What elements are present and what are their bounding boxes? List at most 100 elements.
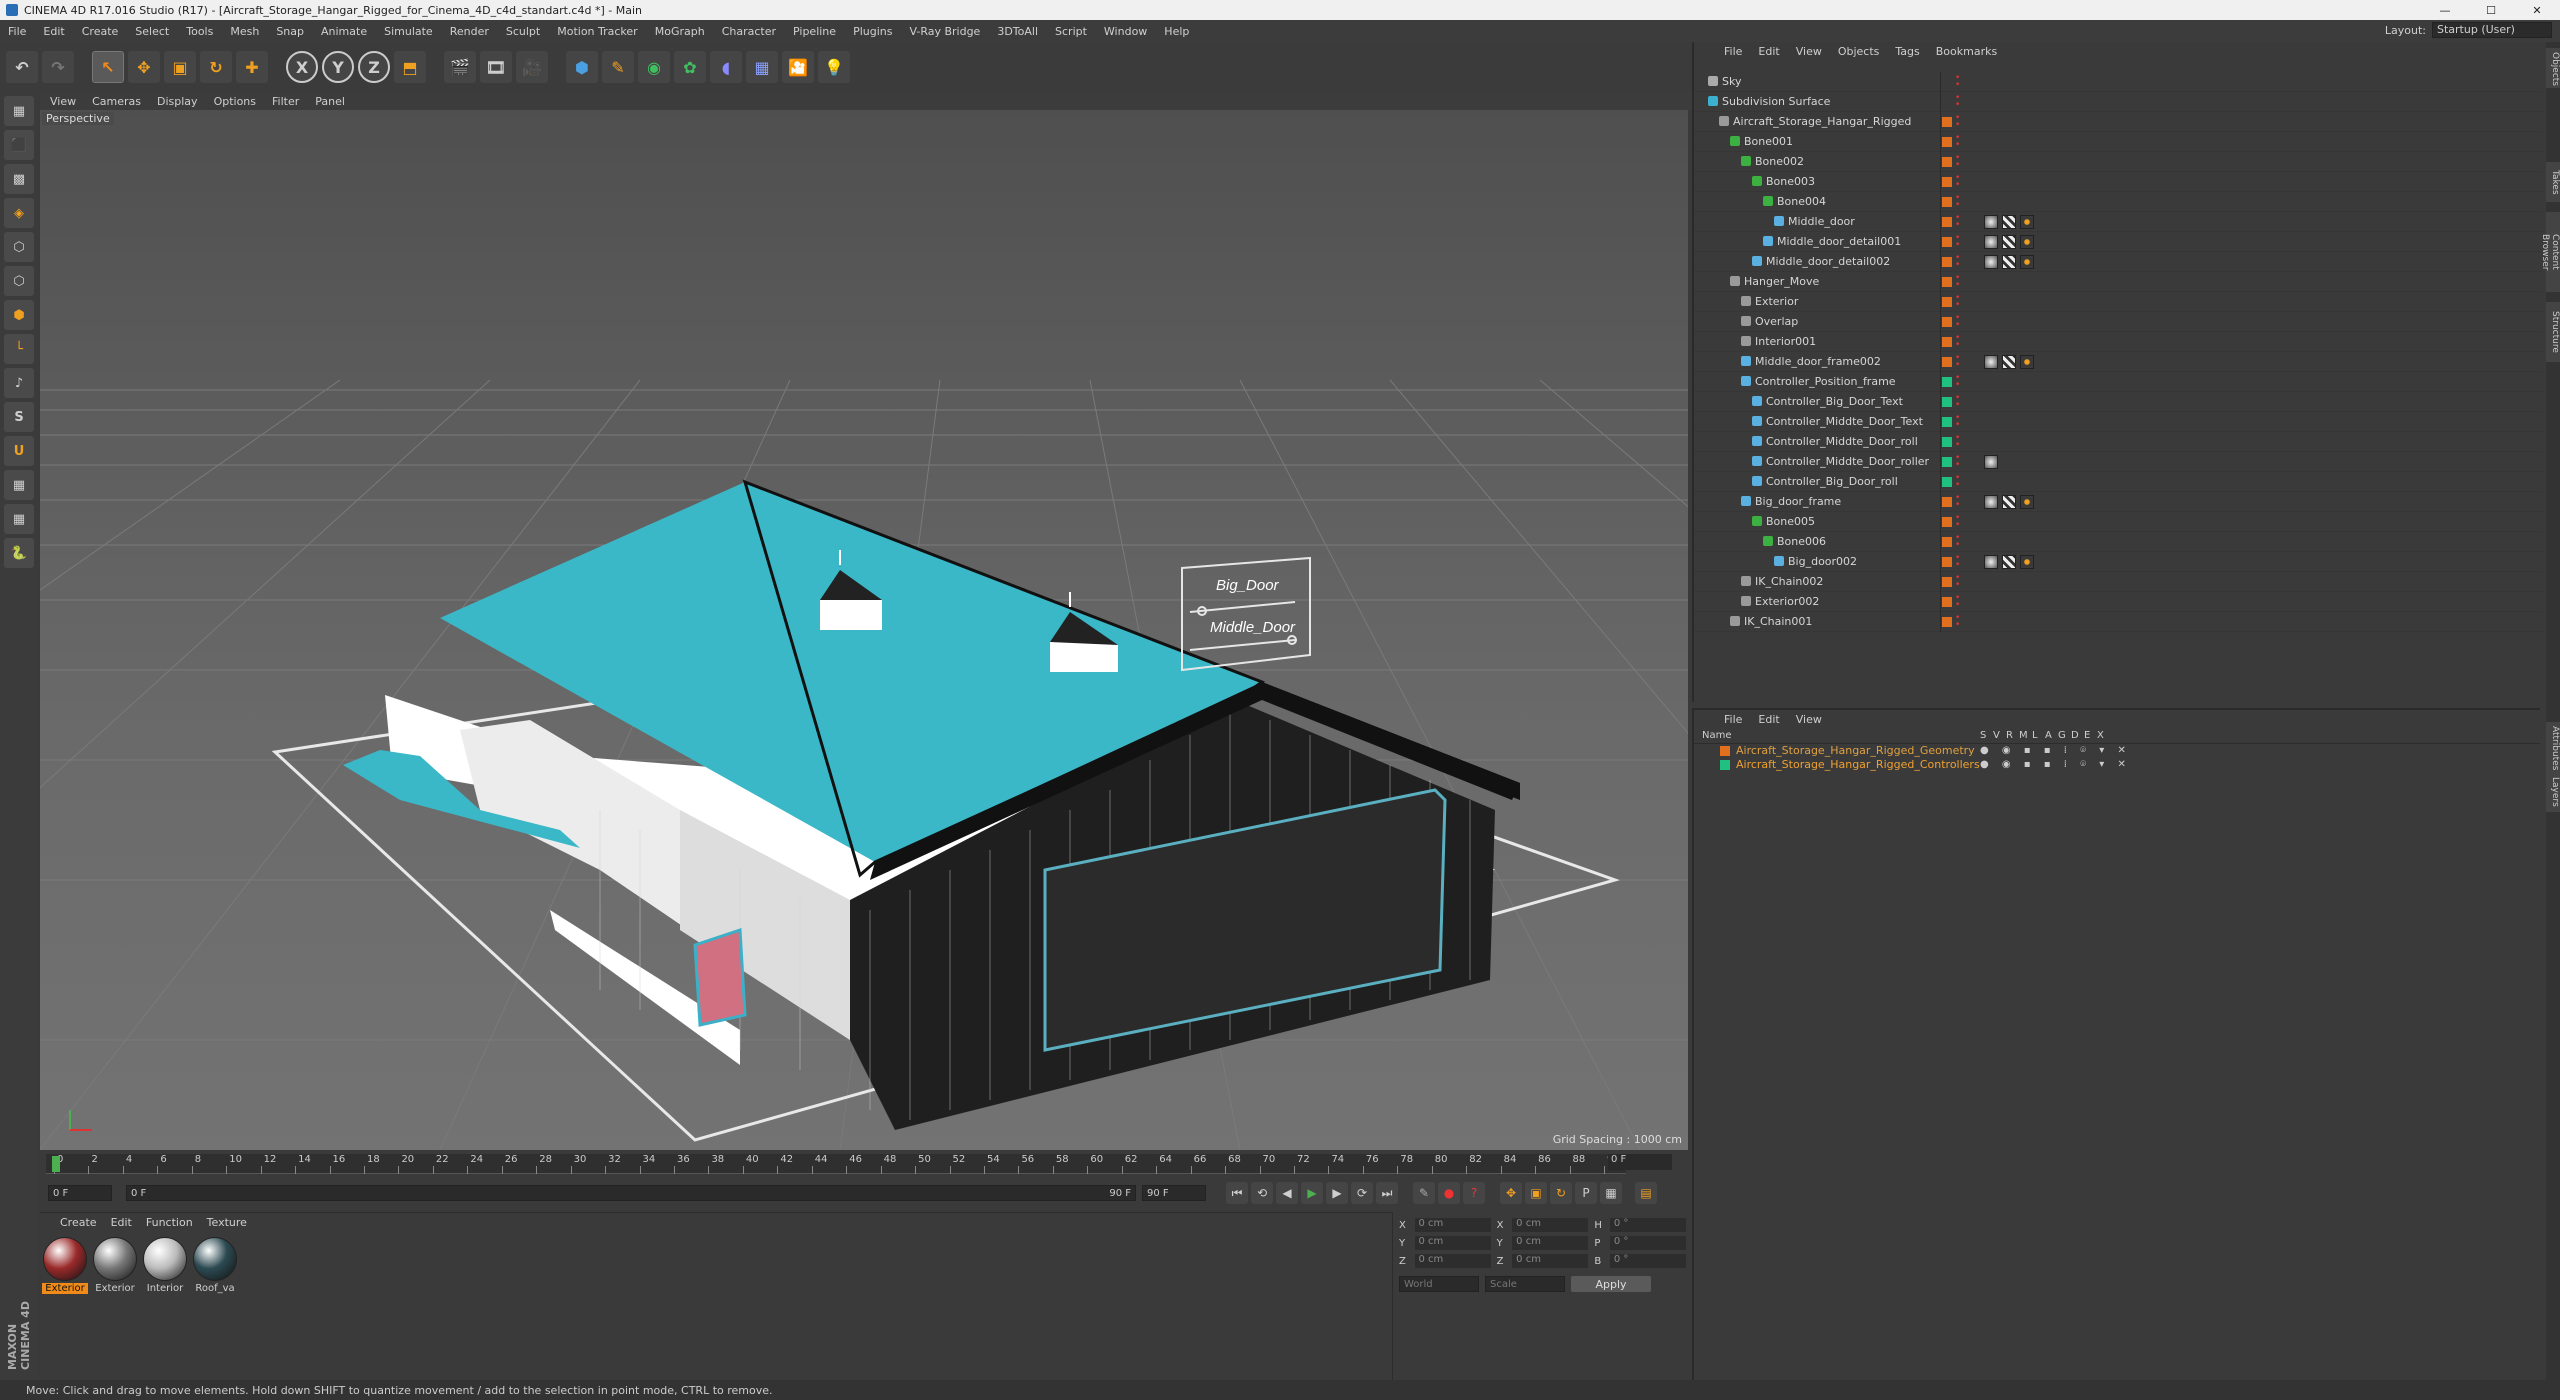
camera-icon[interactable]: 🎦: [782, 51, 814, 83]
visibility-toggle-icon[interactable]: • •: [1955, 114, 1960, 130]
texture-mode-icon[interactable]: ▩: [4, 164, 34, 194]
object-row[interactable]: Interior001 • •: [1694, 332, 2542, 352]
texture-tag-icon[interactable]: [2002, 235, 2016, 249]
layer-color-swatch[interactable]: [1942, 597, 1952, 607]
menu-mesh[interactable]: Mesh: [230, 25, 259, 38]
object-row[interactable]: Middle_door_frame002 • •: [1694, 352, 2542, 372]
layer-color-swatch[interactable]: [1942, 137, 1952, 147]
coordinate-system-icon[interactable]: ⬒: [394, 51, 426, 83]
preview-range-slider[interactable]: 0 F 90 F: [126, 1185, 1136, 1201]
visibility-toggle-icon[interactable]: • •: [1955, 174, 1960, 190]
visibility-toggle-icon[interactable]: • •: [1955, 274, 1960, 290]
object-menu-tags[interactable]: Tags: [1895, 45, 1919, 58]
layer-color-swatch[interactable]: [1942, 557, 1952, 567]
object-row[interactable]: Bone001 • •: [1694, 132, 2542, 152]
object-row[interactable]: Controller_Big_Door_roll • •: [1694, 472, 2542, 492]
layer-color-swatch[interactable]: [1942, 237, 1952, 247]
planar-workplane-icon[interactable]: ▦: [4, 504, 34, 534]
rotation-field[interactable]: 0 °: [1609, 1254, 1687, 1268]
object-row[interactable]: IK_Chain001 • •: [1694, 612, 2542, 632]
layer-color-swatch[interactable]: [1942, 297, 1952, 307]
go-to-start-button[interactable]: ⏮: [1226, 1182, 1248, 1204]
model-mode-icon[interactable]: ⬛: [4, 130, 34, 160]
layer-color-swatch[interactable]: [1942, 517, 1952, 527]
object-row[interactable]: Bone002 • •: [1694, 152, 2542, 172]
next-key-button[interactable]: ⟳: [1351, 1182, 1373, 1204]
layer-menu-edit[interactable]: Edit: [1758, 713, 1779, 726]
scale-tool-icon[interactable]: ▣: [164, 51, 196, 83]
layer-menu-view[interactable]: View: [1796, 713, 1822, 726]
material-swatch[interactable]: Exterior: [42, 1237, 88, 1294]
layer-color-swatch[interactable]: [1720, 760, 1730, 770]
edges-mode-icon[interactable]: ⬡: [4, 266, 34, 296]
layer-row[interactable]: Aircraft_Storage_Hangar_Rigged_Geometry ●…: [1694, 744, 2540, 758]
close-button[interactable]: ✕: [2514, 0, 2560, 20]
texture-tag-icon[interactable]: [2002, 555, 2016, 569]
render-picture-viewer-icon[interactable]: 🎞: [480, 51, 512, 83]
object-row[interactable]: IK_Chain002 • •: [1694, 572, 2542, 592]
object-row[interactable]: Middle_door_detail002 • •: [1694, 252, 2542, 272]
menu-mograph[interactable]: MoGraph: [655, 25, 705, 38]
object-row[interactable]: Big_door_frame • •: [1694, 492, 2542, 512]
size-field[interactable]: 0 cm: [1512, 1218, 1589, 1232]
menu-animate[interactable]: Animate: [321, 25, 367, 38]
layer-color-swatch[interactable]: [1942, 377, 1952, 387]
axis-mode-icon[interactable]: └: [4, 334, 34, 364]
object-row[interactable]: Subdivision Surface • •: [1694, 92, 2542, 112]
viewport-menu-panel[interactable]: Panel: [315, 95, 345, 108]
menu-tools[interactable]: Tools: [186, 25, 213, 38]
visibility-toggle-icon[interactable]: • •: [1955, 74, 1960, 90]
timeline-layout-icon[interactable]: ▤: [1635, 1182, 1657, 1204]
material-menu-function[interactable]: Function: [146, 1216, 193, 1229]
visibility-toggle-icon[interactable]: • •: [1955, 134, 1960, 150]
material-tag-icon[interactable]: [1984, 235, 1998, 249]
visibility-toggle-icon[interactable]: • •: [1955, 214, 1960, 230]
motion-record-icon[interactable]: ✎: [1413, 1182, 1435, 1204]
object-row[interactable]: Controller_Position_frame • •: [1694, 372, 2542, 392]
material-swatch[interactable]: Exterior: [92, 1237, 138, 1294]
menu-select[interactable]: Select: [135, 25, 169, 38]
snap-icon[interactable]: S: [4, 402, 34, 432]
ik-tag-icon[interactable]: [2020, 255, 2034, 269]
visibility-toggle-icon[interactable]: • •: [1955, 614, 1960, 630]
playhead[interactable]: [52, 1156, 60, 1172]
object-row[interactable]: Aircraft_Storage_Hangar_Rigged • •: [1694, 112, 2542, 132]
object-menu-objects[interactable]: Objects: [1838, 45, 1880, 58]
menu-edit[interactable]: Edit: [43, 25, 64, 38]
right-tab-attributes[interactable]: Attributes: [2546, 722, 2560, 772]
position-field[interactable]: 0 cm: [1414, 1218, 1491, 1232]
points-mode-icon[interactable]: ⬡: [4, 232, 34, 262]
key-scale-icon[interactable]: ▣: [1525, 1182, 1547, 1204]
layer-color-swatch[interactable]: [1942, 497, 1952, 507]
texture-tag-icon[interactable]: [2002, 355, 2016, 369]
ik-tag-icon[interactable]: [2020, 555, 2034, 569]
ik-tag-icon[interactable]: [2020, 235, 2034, 249]
play-forward-button[interactable]: ▶: [1301, 1182, 1323, 1204]
timeline-ruler[interactable]: 0 2 4 6 8 10 12 14 16 18 20 22 24 26 28 30 32 34 36 38 40 42 4…: [46, 1154, 1626, 1174]
visibility-toggle-icon[interactable]: • •: [1955, 594, 1960, 610]
texture-tag-icon[interactable]: [2002, 495, 2016, 509]
object-row[interactable]: Controller_Big_Door_Text • •: [1694, 392, 2542, 412]
visibility-toggle-icon[interactable]: • •: [1955, 354, 1960, 370]
layer-menu-file[interactable]: File: [1724, 713, 1742, 726]
viewport-menu-options[interactable]: Options: [214, 95, 256, 108]
object-row[interactable]: Bone005 • •: [1694, 512, 2542, 532]
right-tab-takes[interactable]: Takes: [2546, 162, 2560, 202]
go-to-end-button[interactable]: ⏭: [1376, 1182, 1398, 1204]
layer-color-swatch[interactable]: [1942, 197, 1952, 207]
material-swatch[interactable]: Roof_va: [192, 1237, 238, 1294]
visibility-toggle-icon[interactable]: • •: [1955, 234, 1960, 250]
visibility-toggle-icon[interactable]: • •: [1955, 194, 1960, 210]
material-tag-icon[interactable]: [1984, 355, 1998, 369]
position-field[interactable]: 0 cm: [1414, 1236, 1491, 1250]
visibility-toggle-icon[interactable]: • •: [1955, 414, 1960, 430]
key-parameter-icon[interactable]: P: [1575, 1182, 1597, 1204]
y-axis-lock-button[interactable]: Y: [322, 51, 354, 83]
visibility-toggle-icon[interactable]: • •: [1955, 474, 1960, 490]
rotation-field[interactable]: 0 °: [1609, 1218, 1687, 1232]
viewport-menu-display[interactable]: Display: [157, 95, 198, 108]
magnet-icon[interactable]: U: [4, 436, 34, 466]
layer-color-swatch[interactable]: [1942, 617, 1952, 627]
texture-tag-icon[interactable]: [2002, 215, 2016, 229]
previous-key-button[interactable]: ⟲: [1251, 1182, 1273, 1204]
